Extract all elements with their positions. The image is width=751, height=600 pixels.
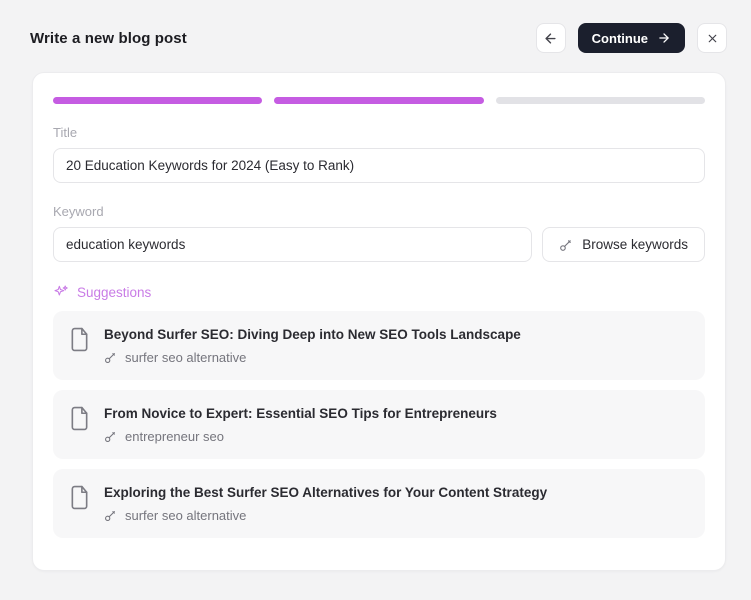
key-icon <box>104 430 117 443</box>
suggestion-keyword: surfer seo alternative <box>125 508 247 523</box>
suggestion-keyword-row: surfer seo alternative <box>104 350 521 365</box>
browse-keywords-label: Browse keywords <box>582 237 688 252</box>
suggestions-heading-label: Suggestions <box>77 284 152 300</box>
suggestion-keyword-row: entrepreneur seo <box>104 429 497 444</box>
suggestion-body: Exploring the Best Surfer SEO Alternativ… <box>104 484 547 523</box>
close-icon <box>706 32 719 45</box>
keyword-row: Browse keywords <box>53 227 705 262</box>
dialog-header: Write a new blog post Continue <box>0 0 751 53</box>
title-input[interactable] <box>53 148 705 183</box>
key-icon <box>104 509 117 522</box>
progress-bar <box>53 97 705 104</box>
suggestion-title: Exploring the Best Surfer SEO Alternativ… <box>104 485 548 500</box>
sparkles-icon <box>53 284 69 300</box>
title-label: Title <box>53 125 78 140</box>
suggestion-item-2[interactable]: From Novice to Expert: Essential SEO Tip… <box>53 390 705 459</box>
browse-keywords-button[interactable]: Browse keywords <box>542 227 705 262</box>
suggestion-title: From Novice to Expert: Essential SEO Tip… <box>104 406 497 421</box>
keyword-label: Keyword <box>53 204 104 219</box>
suggestion-item-1[interactable]: Beyond Surfer SEO: Diving Deep into New … <box>53 311 705 380</box>
progress-segment-3 <box>495 97 705 104</box>
suggestion-keyword: entrepreneur seo <box>125 429 225 444</box>
document-icon <box>69 327 90 352</box>
continue-button-label: Continue <box>591 30 648 46</box>
keyword-input[interactable] <box>53 227 533 262</box>
suggestion-list: Beyond Surfer SEO: Diving Deep into New … <box>53 311 705 538</box>
close-button[interactable] <box>697 23 727 53</box>
key-icon <box>559 238 573 252</box>
document-icon <box>69 406 90 431</box>
arrow-left-icon <box>543 31 558 46</box>
suggestion-keyword-row: surfer seo alternative <box>104 508 547 523</box>
suggestion-keyword: surfer seo alternative <box>125 350 247 365</box>
suggestion-body: From Novice to Expert: Essential SEO Tip… <box>104 405 497 444</box>
suggestion-title: Beyond Surfer SEO: Diving Deep into New … <box>104 327 521 342</box>
arrow-right-icon <box>657 31 671 45</box>
wizard-card: Title Keyword Browse keywords Suggestion… <box>32 72 726 571</box>
continue-button[interactable]: Continue <box>577 23 685 53</box>
header-actions: Continue <box>535 23 727 53</box>
key-icon <box>104 351 117 364</box>
document-icon <box>69 485 90 510</box>
suggestion-item-3[interactable]: Exploring the Best Surfer SEO Alternativ… <box>53 469 705 538</box>
back-button[interactable] <box>535 23 566 53</box>
page-title: Write a new blog post <box>30 29 187 47</box>
progress-segment-1 <box>53 97 263 104</box>
progress-segment-2 <box>274 97 484 104</box>
suggestion-body: Beyond Surfer SEO: Diving Deep into New … <box>104 326 521 365</box>
suggestions-heading: Suggestions <box>53 284 705 300</box>
